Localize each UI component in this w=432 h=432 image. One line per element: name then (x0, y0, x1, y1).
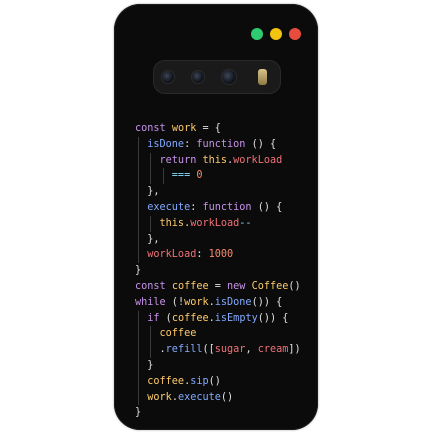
code-token: workLoad (190, 217, 240, 229)
code-token: while (135, 296, 166, 308)
code-line: === 0 (135, 168, 313, 185)
code-token: ]) (288, 344, 301, 356)
code-token: sip (190, 375, 209, 387)
camera-module (153, 60, 281, 94)
code-token: work (171, 123, 197, 134)
code-token: () (208, 375, 221, 387)
code-token: isDone (135, 138, 185, 150)
code-token: 0 (196, 170, 203, 182)
code-token: this (135, 217, 185, 229)
code-token: , (245, 344, 258, 356)
code-token: () (220, 391, 234, 403)
code-token: coffee (171, 312, 209, 324)
code-token: : (196, 249, 209, 261)
code-token: ( (159, 312, 172, 324)
code-snippet: const work = { isDone: function () { ret… (135, 121, 313, 421)
code-token: const (135, 123, 172, 134)
camera-lens-icon (222, 70, 236, 84)
code-token: -- (239, 217, 252, 229)
code-token: function (202, 201, 252, 213)
code-line: this.workLoad-- (135, 215, 313, 232)
code-token: } (135, 359, 154, 371)
code-token: refill (165, 344, 203, 356)
code-token: === (135, 170, 197, 182)
code-token: }, (135, 186, 160, 198)
phone-case: const work = { isDone: function () { ret… (114, 4, 318, 430)
code-token: if (135, 312, 160, 324)
camera-lens-icon (192, 71, 204, 83)
code-token: work (135, 391, 172, 403)
code-line: coffee.sip() (135, 373, 313, 390)
code-token: : (184, 138, 197, 150)
code-token: execute (177, 391, 221, 403)
code-line: } (135, 263, 313, 279)
code-line: } (135, 405, 313, 421)
code-token: isEmpty (214, 312, 258, 324)
code-token: cream (257, 344, 289, 356)
code-token: coffee (171, 280, 209, 292)
code-line: coffee (135, 326, 313, 343)
code-token: . (135, 344, 166, 356)
code-token: new (227, 280, 252, 292)
code-line: workLoad: 1000 (135, 247, 313, 264)
code-line: isDone: function () { (135, 136, 313, 153)
code-line: work.execute() (135, 389, 313, 406)
code-token: coffee (135, 328, 197, 340)
code-line: }, (135, 184, 313, 200)
code-line: const coffee = new Coffee() (135, 279, 313, 295)
code-token: } (135, 265, 142, 277)
camera-lens-icon (162, 71, 174, 83)
code-token: function (196, 138, 246, 150)
code-token: () { (251, 201, 283, 213)
code-token: sugar (214, 344, 246, 356)
code-token: coffee (135, 375, 185, 387)
code-line: }, (135, 231, 313, 248)
code-line: .refill([sugar, cream]) (135, 342, 313, 358)
code-token: const (135, 280, 172, 292)
code-token: ([ (202, 344, 215, 356)
code-token: . (208, 312, 215, 324)
code-token: } (135, 407, 142, 419)
code-token: workLoad (135, 249, 197, 261)
code-line: execute: function () { (135, 199, 313, 216)
code-token: : (190, 201, 203, 213)
code-token: = { (196, 123, 221, 134)
code-token: () (288, 280, 301, 292)
code-token: () { (245, 138, 277, 150)
code-token: ()) { (257, 312, 289, 324)
yellow-dot-icon (270, 28, 282, 40)
code-token: = (208, 280, 228, 292)
code-token: }, (135, 233, 160, 245)
code-token: ()) { (251, 296, 283, 308)
code-line: return this.workLoad (135, 152, 313, 169)
code-token: isDone (214, 296, 252, 308)
code-token: return (135, 154, 203, 166)
code-token: 1000 (208, 249, 234, 261)
code-token: this (202, 154, 228, 166)
code-token: Coffee (251, 280, 289, 292)
code-line: if (coffee.isEmpty()) { (135, 310, 313, 327)
code-token: . (208, 296, 215, 308)
code-token: work (184, 296, 209, 308)
green-dot-icon (251, 28, 263, 40)
code-token: workLoad (233, 154, 283, 166)
red-dot-icon (289, 28, 301, 40)
code-token: (! (165, 296, 185, 308)
code-line: while (!work.isDone()) { (135, 295, 313, 311)
code-line: } (135, 357, 313, 374)
code-line: const work = { (135, 121, 313, 137)
code-token: execute (135, 201, 191, 213)
flash-icon (258, 69, 267, 85)
